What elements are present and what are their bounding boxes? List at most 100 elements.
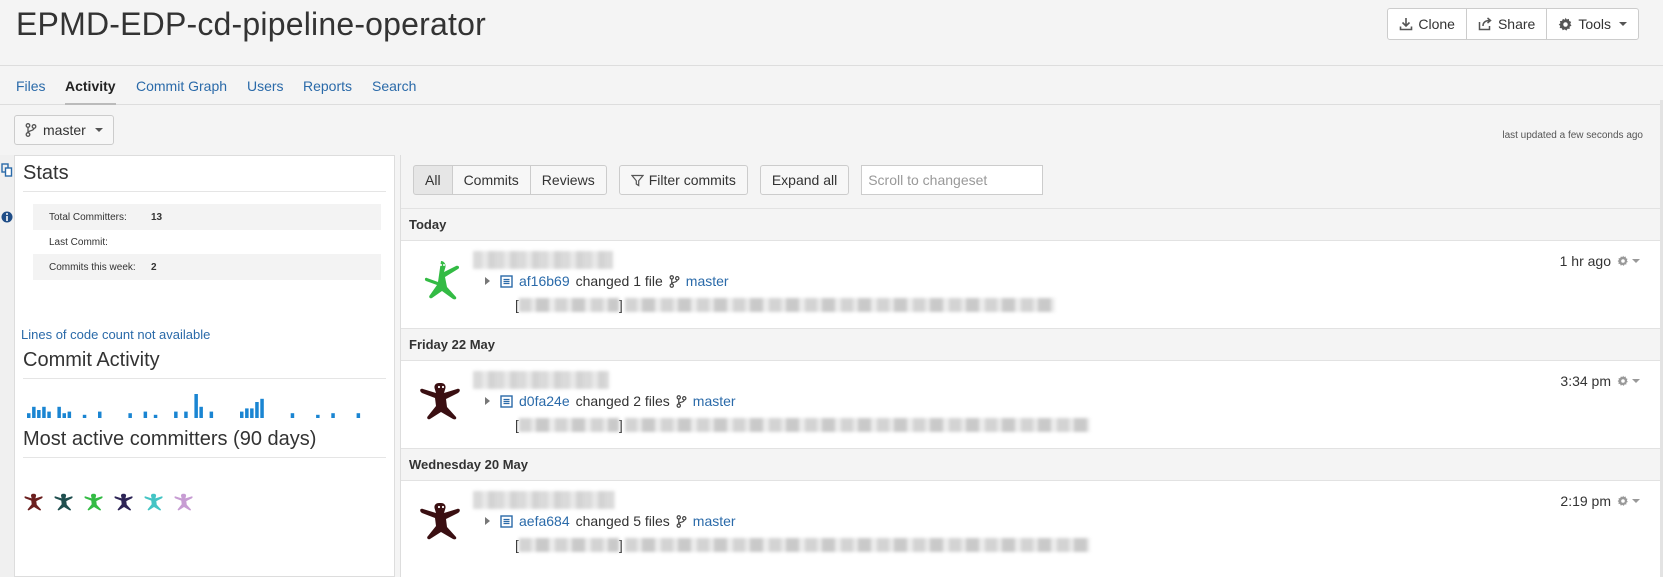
commit-activity-sparkline — [27, 394, 361, 418]
divider — [23, 457, 386, 458]
committer-avatar[interactable] — [23, 491, 45, 513]
gear-icon — [1559, 17, 1572, 31]
activity-bar — [199, 406, 203, 418]
branch-icon — [676, 394, 687, 408]
branch-link[interactable]: master — [693, 513, 736, 529]
commit-icon — [500, 394, 513, 408]
activity-bar — [37, 410, 41, 418]
expand-toggle-icon[interactable] — [485, 517, 490, 525]
activity-bar — [194, 394, 198, 418]
committer-avatar[interactable] — [113, 491, 135, 513]
activity-bar — [143, 411, 148, 418]
stats-key: Last Commit: — [49, 236, 108, 248]
commit-hash-link[interactable]: af16b69 — [519, 273, 570, 289]
commit-actions-gear-icon[interactable] — [1617, 375, 1640, 387]
scroll-to-changeset-input[interactable] — [861, 165, 1044, 195]
lines-of-code-link[interactable]: Lines of code count not available — [21, 327, 210, 342]
activity-bar — [255, 402, 259, 418]
expand-toggle-icon[interactable] — [485, 397, 490, 405]
commit-summary: d0fa24e changed 2 files master — [485, 393, 736, 409]
activity-bar — [42, 406, 46, 418]
clone-button[interactable]: Clone — [1387, 8, 1467, 40]
changed-files-text: changed 1 file — [575, 273, 663, 289]
filter-commits-button[interactable]: Commits — [451, 165, 531, 195]
issue-key-redacted — [518, 418, 619, 432]
chevron-down-icon — [94, 128, 103, 132]
stats-value: 2 — [151, 261, 157, 273]
activity-bar — [67, 411, 72, 418]
commit-entry: af16b69 changed 1 file master [ ] 1 hr a… — [401, 240, 1663, 328]
files-icon[interactable] — [1, 163, 13, 177]
message-text-redacted — [624, 418, 1090, 432]
committer-avatars — [23, 491, 195, 513]
share-button[interactable]: Share — [1465, 8, 1548, 40]
tab-activity[interactable]: Activity — [65, 67, 116, 105]
avatar — [420, 383, 460, 420]
commit-actions-gear-icon[interactable] — [1617, 495, 1640, 507]
activity-type-filter: All Commits Reviews — [413, 165, 607, 195]
avatar — [424, 261, 460, 300]
divider — [23, 378, 386, 379]
side-rail — [0, 155, 14, 577]
activity-bar — [245, 408, 249, 418]
share-icon — [1478, 17, 1492, 31]
committer-avatar[interactable] — [83, 491, 105, 513]
activity-bar — [174, 411, 178, 418]
tab-commit-graph[interactable]: Commit Graph — [136, 67, 227, 105]
download-icon — [1400, 18, 1413, 31]
activity-bar — [98, 411, 102, 418]
branch-selector[interactable]: master — [14, 115, 114, 145]
activity-bar — [128, 413, 132, 418]
tools-button[interactable]: Tools — [1546, 8, 1639, 40]
filter-reviews-button[interactable]: Reviews — [529, 165, 607, 195]
activity-bar — [250, 408, 254, 418]
tab-files[interactable]: Files — [16, 67, 46, 105]
filter-commits-dropdown[interactable]: Filter commits — [618, 165, 748, 195]
tools-label: Tools — [1578, 16, 1611, 32]
activity-bar — [153, 414, 158, 418]
branch-link[interactable]: master — [686, 273, 729, 289]
branch-label: master — [43, 122, 86, 138]
day-header-today: Today — [401, 208, 1663, 240]
tab-users[interactable]: Users — [247, 67, 284, 105]
expand-all-button[interactable]: Expand all — [759, 165, 850, 195]
commit-message-redacted: [ ] — [515, 417, 1090, 433]
activity-bar — [82, 414, 87, 418]
commit-hash-link[interactable]: aefa684 — [519, 513, 570, 529]
branch-icon — [676, 514, 687, 528]
expand-toggle-icon[interactable] — [485, 277, 490, 285]
stats-row-total-committers: Total Committers: 13 — [33, 204, 381, 230]
activity-bar — [32, 406, 36, 418]
branch-icon — [669, 274, 680, 288]
activity-bar — [356, 413, 361, 418]
filter-all-button[interactable]: All — [413, 165, 453, 195]
tab-search[interactable]: Search — [372, 67, 416, 105]
chevron-down-icon — [1632, 259, 1640, 263]
committer-avatar[interactable] — [53, 491, 75, 513]
info-icon[interactable] — [1, 210, 13, 224]
commit-hash-link[interactable]: d0fa24e — [519, 393, 570, 409]
changed-files-text: changed 2 files — [575, 393, 670, 409]
committer-avatar[interactable] — [173, 491, 195, 513]
commit-actions-gear-icon[interactable] — [1617, 255, 1640, 267]
activity-bar — [57, 406, 61, 418]
committer-avatar[interactable] — [143, 491, 165, 513]
activity-bar — [47, 411, 51, 418]
commit-activity-heading: Commit Activity — [23, 349, 160, 371]
commit-message-redacted: [ ] — [515, 297, 1055, 313]
message-text-redacted — [624, 298, 1055, 312]
tab-reports[interactable]: Reports — [303, 67, 352, 105]
commit-icon — [500, 274, 513, 288]
repo-title: EPMD-EDP-cd-pipeline-operator — [16, 6, 486, 42]
activity-bar — [240, 411, 244, 418]
committers-heading: Most active committers (90 days) — [23, 428, 317, 450]
repo-header: EPMD-EDP-cd-pipeline-operator Clone Shar… — [0, 0, 1663, 66]
branch-link[interactable]: master — [693, 393, 736, 409]
activity-bar — [209, 411, 214, 418]
author-name-redacted — [473, 491, 615, 509]
commit-summary: af16b69 changed 1 file master — [485, 273, 729, 289]
commit-entry: aefa684 changed 5 files master [ ] 2:19 … — [401, 480, 1663, 577]
commit-message-redacted: [ ] — [515, 537, 1090, 553]
chevron-down-icon — [1632, 379, 1640, 383]
commit-entry: d0fa24e changed 2 files master [ ] 3:34 … — [401, 360, 1663, 448]
